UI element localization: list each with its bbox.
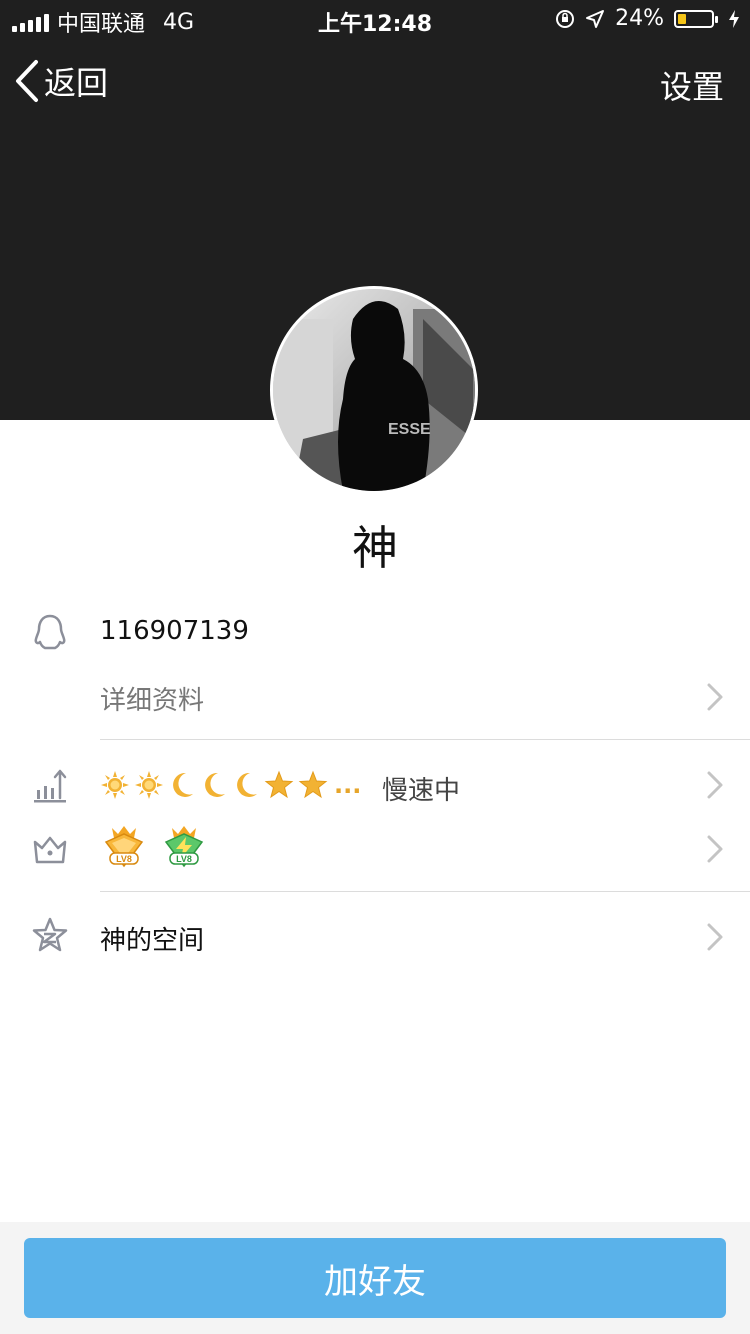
level-status: 慢速中: [382, 776, 461, 806]
details-link[interactable]: 详细资料: [100, 680, 204, 717]
space-link[interactable]: 神的空间: [100, 920, 204, 957]
avatar-image: ESSE: [273, 289, 475, 491]
vip-green-level: LV8: [176, 854, 192, 864]
profile-screen: 中国联通 4G 上午12:48 24% 返回 设置 ESSE 神 1169071…: [0, 0, 750, 1334]
nickname: 神: [352, 521, 398, 575]
sun-icon: [135, 771, 163, 799]
vip-gold-badge-icon: LV8: [104, 826, 144, 868]
qzone-star-icon: [32, 917, 68, 952]
status-bar: 中国联通 4G 上午12:48 24%: [0, 0, 750, 40]
vip-badges[interactable]: LV8 LV8: [102, 822, 206, 868]
avatar[interactable]: ESSE: [270, 286, 478, 494]
star-icon: [298, 770, 328, 799]
moon-icon: [173, 772, 193, 797]
moon-icon: [237, 772, 257, 797]
status-right: 24%: [555, 6, 740, 31]
level-more-dots: ...: [334, 771, 362, 799]
back-label: 返回: [44, 64, 109, 102]
rotation-lock-icon: [556, 9, 575, 28]
charging-icon: [729, 9, 739, 28]
chevron-right-icon: [707, 683, 723, 711]
qq-penguin-icon: [34, 614, 66, 650]
add-friend-button[interactable]: 加好友: [24, 1238, 726, 1318]
battery-icon: [674, 9, 718, 28]
qq-number: 116907139: [100, 616, 249, 646]
chevron-right-icon[interactable]: [706, 834, 724, 864]
moon-icon: [205, 772, 225, 797]
chevron-right-icon: [707, 923, 723, 951]
vip-green-badge-icon: LV8: [164, 826, 204, 868]
level-chart-icon: [34, 769, 67, 803]
level-icons[interactable]: ...: [100, 770, 361, 800]
chevron-left-icon: [16, 60, 38, 102]
battery-fill: [678, 13, 686, 24]
battery-percent: 24%: [615, 6, 664, 31]
chevron-right-icon[interactable]: [706, 770, 724, 800]
sun-icon: [101, 771, 129, 799]
back-button[interactable]: 返回: [14, 58, 108, 104]
vip-gold-level: LV8: [116, 854, 132, 864]
crown-icon: [33, 836, 67, 864]
svg-text:ESSE: ESSE: [388, 421, 431, 438]
star-icon: [264, 770, 294, 799]
divider: [100, 891, 750, 892]
divider: [100, 739, 750, 740]
location-icon: [586, 9, 605, 28]
settings-button[interactable]: 设置: [660, 62, 724, 108]
